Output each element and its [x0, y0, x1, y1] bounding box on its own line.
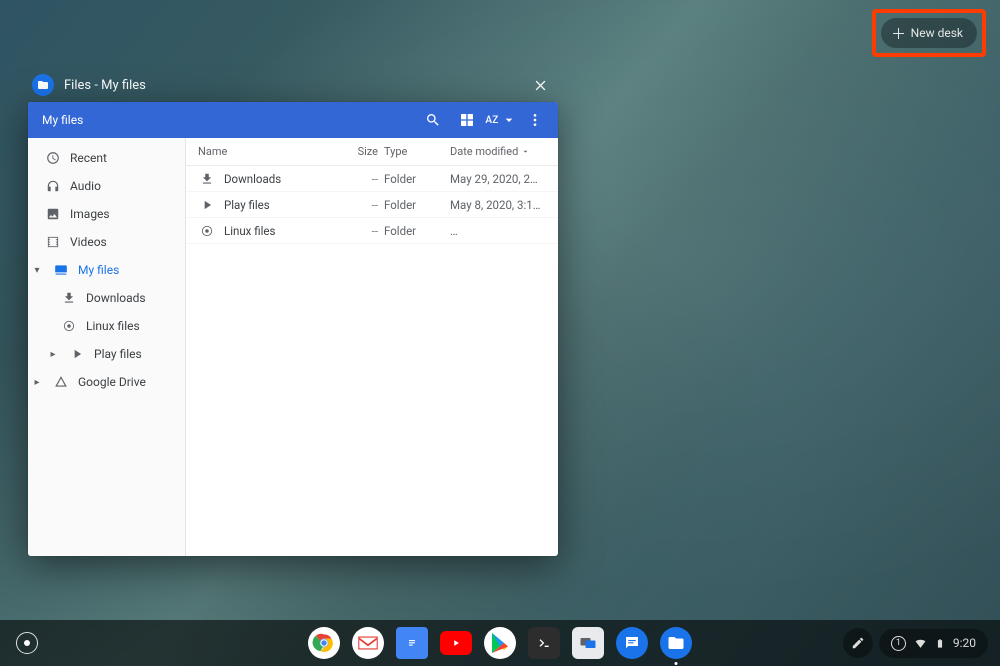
clock-icon	[46, 151, 60, 165]
sidebar-item-label: Downloads	[86, 291, 146, 305]
image-icon	[46, 207, 60, 221]
more-options-button[interactable]	[518, 103, 552, 137]
column-type[interactable]: Type	[384, 145, 450, 158]
file-name: Play files	[224, 198, 336, 212]
status-area[interactable]: 1 9:20	[879, 629, 988, 658]
search-icon	[425, 112, 441, 128]
youtube-icon[interactable]	[440, 631, 472, 655]
sort-desc-icon	[521, 147, 530, 156]
sidebar-item-label: Audio	[70, 179, 101, 193]
download-icon	[198, 172, 216, 186]
new-desk-button[interactable]: New desk	[881, 18, 977, 48]
files-main-list: Name Size Type Date modified Downloads -…	[186, 138, 558, 556]
stylus-icon	[851, 636, 865, 650]
file-row[interactable]: Play files -- Folder May 8, 2020, 3:1…	[186, 192, 558, 218]
system-tray: 1 9:20	[843, 628, 1000, 658]
clock: 9:20	[953, 636, 976, 650]
column-date[interactable]: Date modified	[450, 145, 558, 158]
sidebar-item-label: My files	[78, 263, 119, 277]
battery-icon	[935, 636, 945, 651]
sidebar-item-label: Images	[70, 207, 110, 221]
sort-az-icon: AZ	[485, 112, 516, 128]
video-icon	[46, 235, 60, 249]
sidebar-item-label: Videos	[70, 235, 107, 249]
sidebar-item-label: Recent	[70, 151, 107, 165]
sidebar-item-label: Linux files	[86, 319, 140, 333]
chevron-right-icon[interactable]: ▸	[48, 349, 58, 360]
shelf: 1 9:20	[0, 620, 1000, 666]
sidebar-item-linux[interactable]: Linux files	[28, 312, 185, 340]
file-type: Folder	[384, 224, 450, 238]
linux-icon	[198, 224, 216, 238]
column-headers: Name Size Type Date modified	[186, 138, 558, 166]
sidebar-item-myfiles[interactable]: ▾ My files	[28, 256, 185, 284]
sidebar-item-label: Google Drive	[78, 375, 146, 389]
sidebar-item-downloads[interactable]: Downloads	[28, 284, 185, 312]
file-name: Linux files	[224, 224, 336, 238]
files-icon[interactable]	[660, 627, 692, 659]
linux-icon	[62, 319, 76, 333]
close-icon	[533, 78, 548, 93]
messages-icon[interactable]	[616, 627, 648, 659]
sidebar-item-images[interactable]: Images	[28, 200, 185, 228]
file-row[interactable]: Linux files -- Folder …	[186, 218, 558, 244]
launcher-button[interactable]	[16, 632, 38, 654]
sidebar-item-audio[interactable]: Audio	[28, 172, 185, 200]
play-icon	[70, 347, 84, 361]
files-toolbar: My files AZ	[28, 102, 558, 138]
column-name[interactable]: Name	[198, 145, 336, 158]
chevron-down-icon[interactable]: ▾	[32, 265, 42, 276]
close-button[interactable]	[528, 73, 552, 97]
docs-icon[interactable]	[396, 627, 428, 659]
sidebar-item-recent[interactable]: Recent	[28, 144, 185, 172]
files-window: My files AZ Recent Audio	[28, 102, 558, 556]
gmail-icon[interactable]	[352, 627, 384, 659]
view-toggle-button[interactable]	[450, 103, 484, 137]
sidebar-item-label: Play files	[94, 347, 142, 361]
sidebar-item-gdrive[interactable]: ▸ Google Drive	[28, 368, 185, 396]
chevron-right-icon[interactable]: ▸	[32, 377, 42, 388]
search-button[interactable]	[416, 103, 450, 137]
sidebar-item-playfiles[interactable]: ▸ Play files	[28, 340, 185, 368]
more-vert-icon	[527, 112, 543, 128]
wifi-icon	[914, 637, 927, 650]
grid-view-icon	[459, 112, 475, 128]
file-size: --	[336, 224, 384, 238]
computer-icon	[54, 263, 68, 277]
file-row[interactable]: Downloads -- Folder May 29, 2020, 2…	[186, 166, 558, 192]
files-sidebar: Recent Audio Images Videos ▾ My files	[28, 138, 186, 556]
new-desk-label: New desk	[911, 26, 963, 40]
file-type: Folder	[384, 198, 450, 212]
file-type: Folder	[384, 172, 450, 186]
plus-icon	[893, 28, 904, 39]
new-desk-highlight: New desk	[872, 9, 986, 57]
play-icon	[198, 198, 216, 212]
window-title-sep: -	[91, 78, 101, 93]
window-titlebar[interactable]: Files - My files	[28, 70, 558, 100]
terminal-icon[interactable]	[528, 627, 560, 659]
file-date: May 8, 2020, 3:1…	[450, 198, 558, 212]
file-size: --	[336, 172, 384, 186]
file-size: --	[336, 198, 384, 212]
sidebar-item-videos[interactable]: Videos	[28, 228, 185, 256]
notification-badge: 1	[891, 636, 906, 651]
virtual-desks-icon[interactable]	[572, 627, 604, 659]
file-date: …	[450, 224, 558, 238]
sort-button[interactable]: AZ	[484, 103, 518, 137]
play-store-icon[interactable]	[484, 627, 516, 659]
file-date: May 29, 2020, 2…	[450, 172, 558, 186]
window-title-location: My files	[101, 78, 146, 93]
window-title-app: Files	[64, 78, 91, 93]
column-size[interactable]: Size	[336, 145, 384, 158]
files-app-icon	[32, 74, 54, 96]
file-name: Downloads	[224, 172, 336, 186]
drive-icon	[54, 375, 68, 389]
headphones-icon	[46, 179, 60, 193]
toolbar-path[interactable]: My files	[42, 113, 83, 127]
download-icon	[62, 291, 76, 305]
chrome-icon[interactable]	[308, 627, 340, 659]
stylus-button[interactable]	[843, 628, 873, 658]
shelf-apps	[308, 627, 692, 659]
